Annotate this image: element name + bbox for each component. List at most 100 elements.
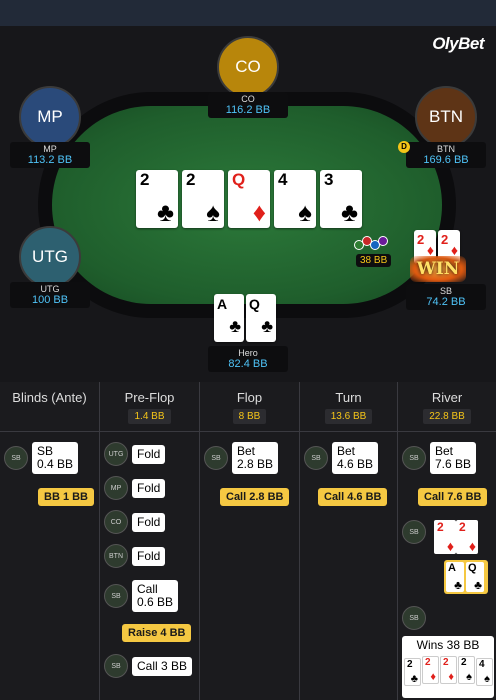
action-text: Fold: [132, 546, 166, 566]
card-rank: 2: [441, 232, 449, 247]
card-suit: ♦: [448, 671, 454, 683]
column-header: Blinds (Ante): [0, 382, 99, 432]
card-suit: ♦: [468, 538, 476, 554]
action-hero-turn-call: Call 4.6 BB: [318, 488, 388, 506]
seat-chip-sb: SB: [204, 446, 228, 470]
action-sb-turn-bet: SB Bet 4.6 BB: [304, 442, 379, 474]
seat-chip-sb: SB: [4, 446, 28, 470]
seat-stack: 100 BB: [31, 294, 69, 306]
action-hero-river-call: Call 7.6 BB: [418, 488, 488, 506]
card-rank: Q: [468, 562, 477, 574]
board-card-4: 4 ♠: [274, 170, 316, 228]
showdown-sb: SB: [402, 520, 430, 544]
winner-box: Wins 38 BB 2 ♣ 2 ♦ 2 ♦ 2 ♠ 4 ♠: [402, 636, 494, 698]
seat-position: CO: [241, 94, 255, 104]
card-rank: 2: [461, 657, 467, 668]
action-bubble: Bet 7.6 BB: [430, 442, 477, 474]
seat-co[interactable]: CO CO 116.2 BB: [208, 36, 288, 118]
action-sb-flop-bet: SB Bet 2.8 BB: [204, 442, 279, 474]
top-bar: [0, 0, 496, 26]
card-suit: ♣: [474, 578, 482, 592]
column-pot: 1.4 BB: [128, 409, 171, 424]
card-rank: 2: [417, 232, 425, 247]
board-card-2: 2 ♠: [182, 170, 224, 228]
action-hero-flop-call: Call 2.8 BB: [220, 488, 290, 506]
seat-position: BTN: [437, 144, 455, 154]
column-pot: 8 BB: [232, 409, 267, 424]
winning-card-5: 4 ♠: [476, 658, 493, 686]
seat-stack: 74.2 BB: [426, 296, 466, 308]
seat-position: Hero: [238, 348, 258, 358]
seat-position: UTG: [40, 284, 60, 294]
card-rank: 3: [324, 170, 334, 189]
card-rank: 2: [437, 520, 444, 534]
column-header: Flop 8 BB: [200, 382, 299, 432]
nameplate: SB 74.2 BB: [406, 284, 486, 310]
card-suit: ♠: [466, 671, 472, 683]
card-rank: 2: [140, 170, 150, 189]
action-bubble: Bet 4.6 BB: [332, 442, 379, 474]
action-amount: 4.6 BB: [337, 457, 374, 471]
card-rank: 4: [479, 659, 485, 670]
seat-sb[interactable]: SB 74.2 BB: [406, 284, 486, 310]
card-suit: ♠: [206, 197, 220, 227]
wins-label: Wins 38 BB: [416, 638, 480, 652]
card-rank: 2: [186, 170, 196, 189]
seat-utg[interactable]: UTG UTG 100 BB: [10, 226, 90, 308]
showdown-sb-card-2: 2 ♦: [456, 520, 478, 554]
board-card-1: 2 ♣: [136, 170, 178, 228]
seat-chip-sb: SB: [402, 446, 426, 470]
board-card-5: 3 ♣: [320, 170, 362, 228]
winning-card-4: 2 ♠: [458, 656, 475, 684]
seat-chip-utg: UTG: [104, 442, 128, 466]
action-amount: 0.4 BB: [37, 457, 74, 471]
brand-logo: OlyBet: [432, 34, 484, 53]
action-utg: UTG Fold: [104, 442, 166, 466]
winning-card-3: 2 ♦: [440, 656, 457, 684]
pot-amount: 38 BB: [356, 254, 392, 267]
action-text: Fold: [132, 478, 166, 498]
action-sb-call-3: SB Call 3 BB: [104, 654, 193, 678]
showdown-hero-card-2: Q ♣: [466, 562, 484, 592]
avatar: MP: [19, 86, 81, 148]
seat-stack: 113.2 BB: [27, 154, 73, 166]
column-header: Turn 13.6 BB: [300, 382, 397, 432]
card-suit: ♣: [156, 197, 174, 227]
action-bubble: Bet 2.8 BB: [232, 442, 279, 474]
pot-chips-icon: [352, 232, 392, 254]
action-co: CO Fold: [104, 510, 166, 534]
showdown-hero-card-1: A ♣: [446, 562, 464, 592]
column-title: Blinds (Ante): [12, 390, 87, 405]
column-preflop: Pre-Flop 1.4 BB: [100, 382, 200, 700]
card-suit: ♠: [484, 673, 490, 685]
column-flop: Flop 8 BB: [200, 382, 300, 700]
seat-mp[interactable]: MP MP 113.2 BB: [10, 86, 90, 168]
action-text: Fold: [132, 512, 166, 532]
card-rank: 2: [407, 659, 413, 670]
action-amount: 7.6 BB: [435, 457, 472, 471]
hero-card-2: Q ♣: [246, 294, 276, 342]
column-header: Pre-Flop 1.4 BB: [100, 382, 199, 432]
card-suit: ♠: [298, 197, 312, 227]
action-amount: 0.6 BB: [137, 595, 174, 609]
column-title: Turn: [335, 390, 362, 405]
card-rank: Q: [232, 170, 246, 189]
avatar: CO: [217, 36, 279, 98]
card-rank: Q: [249, 296, 260, 312]
card-suit: ♦: [430, 671, 436, 683]
action-bubble: SB 0.4 BB: [32, 442, 79, 474]
avatar: UTG: [19, 226, 81, 288]
column-header: River 22.8 BB: [398, 382, 496, 432]
seat-chip-sb: SB: [104, 584, 128, 608]
avatar: BTN: [415, 86, 477, 148]
action-bubble: Call 0.6 BB: [132, 580, 179, 612]
seat-chip-mp: MP: [104, 476, 128, 500]
seat-position: SB: [439, 286, 452, 296]
card-suit: ♦: [252, 197, 266, 227]
column-blinds: Blinds (Ante): [0, 382, 100, 700]
winning-card-1: 2 ♣: [404, 658, 421, 686]
seat-btn[interactable]: BTN BTN 169.6 BB: [406, 86, 486, 168]
nameplate: Hero 82.4 BB: [208, 346, 288, 372]
seat-hero[interactable]: Hero 82.4 BB: [208, 346, 288, 372]
seat-chip-sb: SB: [402, 606, 426, 630]
